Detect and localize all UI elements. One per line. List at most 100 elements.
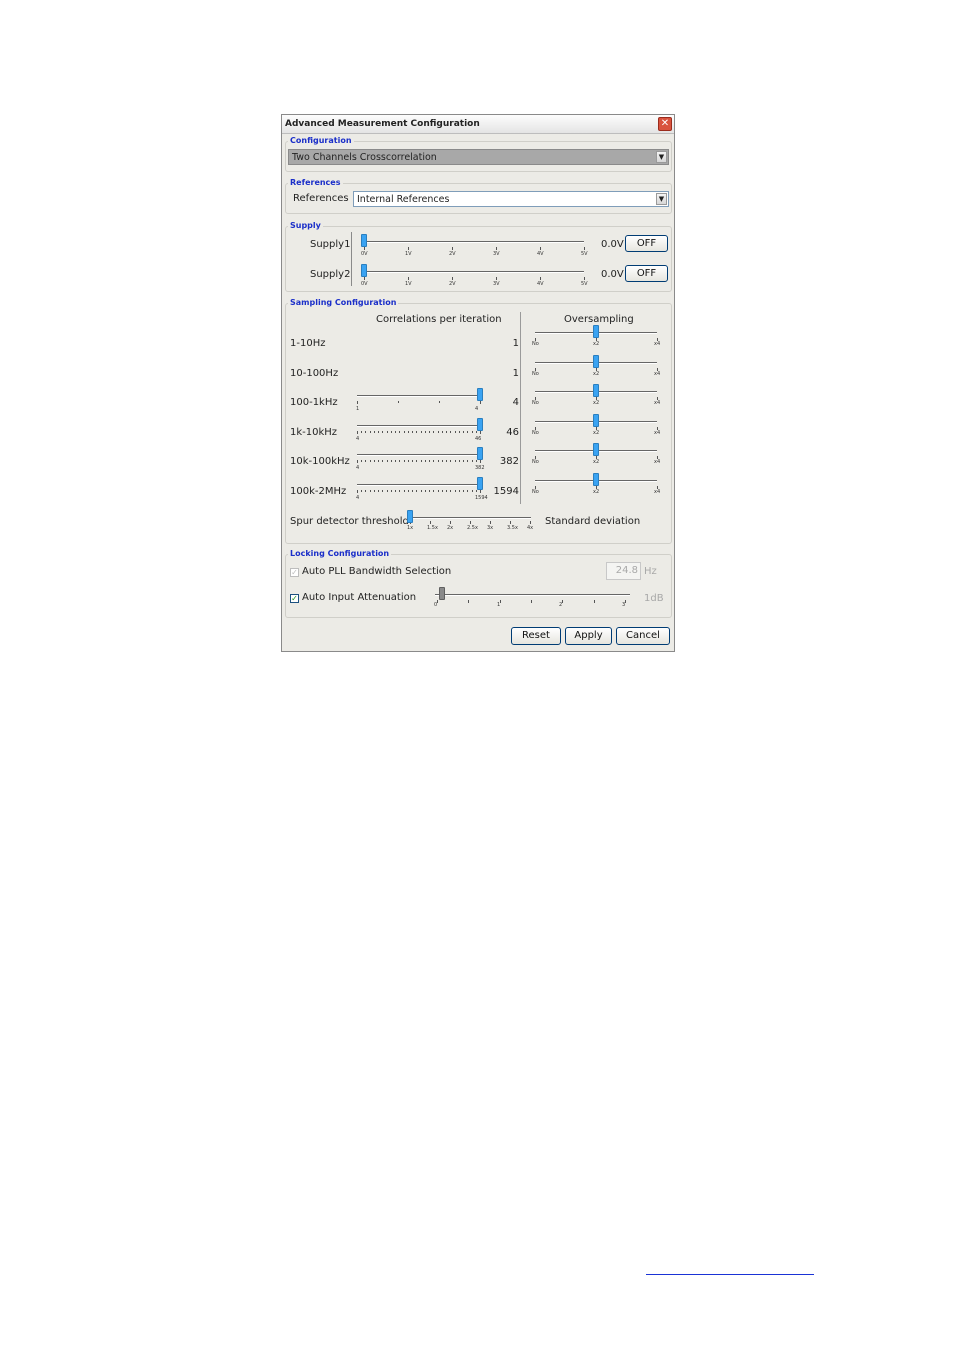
pll-bandwidth-input[interactable]: 24.8 <box>606 562 641 580</box>
supply-group <box>285 226 672 292</box>
supply-scale-tick-label: 4V <box>537 251 544 257</box>
correlations-slider-track[interactable] <box>357 424 480 427</box>
oversampling-scale-tick-label: x2 <box>593 489 600 495</box>
correlations-tick <box>391 460 392 463</box>
correlations-tick <box>476 490 477 492</box>
supply-slider-track[interactable] <box>364 271 584 273</box>
correlations-scale-max: 4 <box>475 406 479 413</box>
oversampling-slider-thumb[interactable] <box>593 473 599 486</box>
correlations-tick <box>429 490 430 492</box>
correlations-tick <box>421 460 422 463</box>
supply-slider-track[interactable] <box>364 241 584 243</box>
correlations-tick <box>404 460 405 463</box>
sampling-divider <box>520 312 521 504</box>
frequency-band-label: 1-10Hz <box>290 338 326 349</box>
correlations-tick <box>404 430 405 433</box>
correlations-tick <box>374 460 375 463</box>
spur-threshold-slider-thumb[interactable] <box>407 510 413 523</box>
advanced-measurement-dialog: Advanced Measurement Configuration ✕ Con… <box>281 114 675 652</box>
frequency-band-label: 100k-2MHz <box>290 486 347 497</box>
correlations-tick <box>459 490 460 492</box>
configuration-group-title: Configuration <box>288 136 354 145</box>
spur-scale-tick-label: 3x <box>487 525 494 531</box>
references-group-title: References <box>288 178 343 187</box>
reset-button[interactable]: Reset <box>511 627 561 645</box>
correlations-tick <box>455 490 456 492</box>
correlations-tick <box>476 430 477 433</box>
supply-slider-thumb[interactable] <box>361 264 367 277</box>
attenuation-track[interactable] <box>435 594 630 596</box>
correlations-count: 4 <box>512 397 519 409</box>
correlations-tick <box>472 490 473 492</box>
configuration-select[interactable]: Two Channels Crosscorrelation ▼ <box>288 149 669 165</box>
cancel-button[interactable]: Cancel <box>616 627 670 645</box>
correlations-tick <box>357 430 358 434</box>
correlations-tick <box>446 490 447 492</box>
correlations-tick <box>438 430 439 433</box>
correlations-slider-track[interactable] <box>357 484 480 486</box>
spur-threshold-track[interactable] <box>408 517 531 519</box>
spur-scale-tick <box>450 521 451 524</box>
correlations-slider-track[interactable] <box>357 454 480 457</box>
correlations-slider-track[interactable] <box>357 395 480 398</box>
auto-pll-checkbox[interactable]: ✓ <box>290 568 299 577</box>
supply-label: Supply1 <box>310 239 351 250</box>
oversampling-slider-thumb[interactable] <box>593 325 599 338</box>
correlations-tick <box>450 430 451 433</box>
supply-scale-tick-label: 4V <box>537 281 544 287</box>
correlations-tick <box>412 460 413 463</box>
oversampling-scale-tick-label: x4 <box>654 459 661 466</box>
auto-input-attenuation-checkbox[interactable]: ✓ <box>290 594 299 603</box>
close-icon[interactable]: ✕ <box>658 117 672 131</box>
supply-scale-tick-label: 3V <box>493 281 500 287</box>
correlations-tick <box>378 460 379 463</box>
correlations-tick <box>398 401 399 404</box>
oversampling-slider-thumb[interactable] <box>593 384 599 398</box>
correlations-tick <box>370 460 371 463</box>
correlations-tick <box>370 430 371 433</box>
correlations-tick <box>446 430 447 433</box>
chevron-down-icon[interactable]: ▼ <box>656 151 667 163</box>
references-select[interactable]: Internal References ▼ <box>353 191 669 207</box>
supply-off-button[interactable]: OFF <box>625 265 668 282</box>
spur-scale-tick-label: 1x <box>407 525 414 531</box>
supply-scale-tick-label: 0V <box>361 281 368 287</box>
spur-scale-tick <box>530 521 531 524</box>
correlations-tick <box>382 460 383 463</box>
correlations-tick <box>378 430 379 433</box>
references-label: References <box>293 193 349 204</box>
attenuation-scale-tick-label: 1 <box>497 602 501 608</box>
correlations-tick <box>399 460 400 463</box>
supply-scale-tick <box>364 247 365 250</box>
correlations-tick <box>365 490 366 492</box>
attenuation-scale-tick <box>468 600 469 603</box>
supply-off-button[interactable]: OFF <box>625 235 668 252</box>
correlations-tick <box>382 430 383 433</box>
correlations-count: 46 <box>506 426 519 438</box>
apply-button[interactable]: Apply <box>565 627 612 645</box>
attenuation-scale-tick-label: 3 <box>622 602 626 608</box>
oversampling-scale-tick-label: x4 <box>654 400 661 407</box>
oversampling-slider-thumb[interactable] <box>593 354 599 368</box>
attenuation-slider-thumb[interactable] <box>439 587 445 600</box>
spur-scale-tick-label: 1.5x <box>427 525 438 531</box>
correlations-tick <box>446 460 447 463</box>
oversampling-slider-thumb[interactable] <box>593 413 599 427</box>
oversampling-scale-tick-label: x4 <box>654 341 661 347</box>
correlations-tick <box>361 460 362 463</box>
correlations-tick <box>357 401 358 405</box>
correlations-count: 1 <box>512 338 519 349</box>
correlations-tick <box>463 490 464 492</box>
spur-unit-label: Standard deviation <box>545 516 641 527</box>
oversampling-slider-thumb[interactable] <box>593 443 599 457</box>
supply-slider-thumb[interactable] <box>361 234 367 247</box>
correlations-tick <box>455 460 456 463</box>
chevron-down-icon[interactable]: ▼ <box>656 193 667 205</box>
footer-link[interactable] <box>646 1274 814 1275</box>
correlations-tick <box>416 430 417 433</box>
supply-scale-tick <box>408 247 409 250</box>
correlations-tick <box>399 430 400 433</box>
correlations-tick <box>374 430 375 433</box>
correlations-tick <box>433 490 434 492</box>
oversampling-scale-tick-label: No <box>532 429 539 436</box>
